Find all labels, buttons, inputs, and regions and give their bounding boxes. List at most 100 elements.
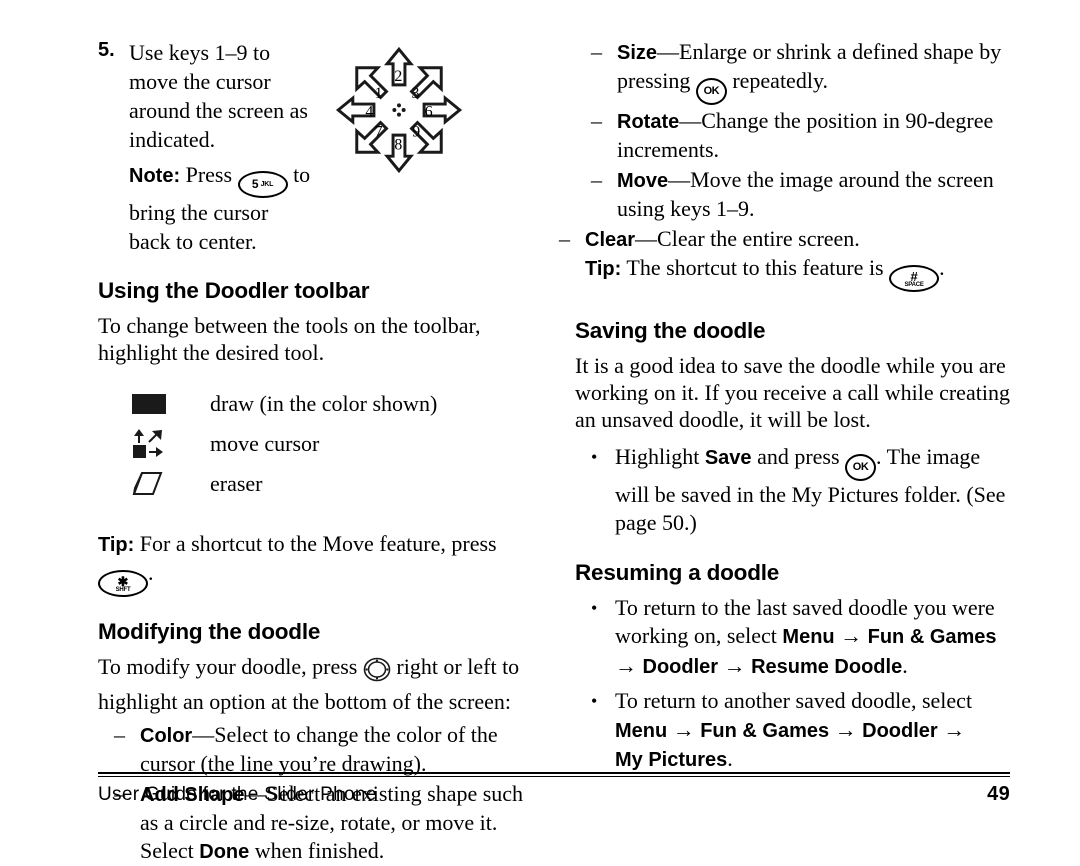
note-label: Note: [129,165,181,187]
menu-path-my-pictures: My Pictures [615,749,728,772]
tool-label-move-cursor: move cursor [210,430,320,456]
term-done: Done [199,841,250,863]
navigation-ring-icon [363,657,391,688]
arrow-icon: → [840,623,863,649]
term-move: Move [617,169,669,192]
heading-resuming-a-doodle: Resuming a doodle [575,559,780,585]
key-hash-space-icon: # SPACE [889,260,940,292]
resuming-bullet-text: To return to the last saved doodle you w… [615,594,1010,682]
tip-label: Tip: [585,257,622,280]
dash-marker: – [114,722,125,747]
tip-text: The shortcut to this feature is [626,254,884,280]
arrow-icon: → [723,652,746,678]
resuming-text-before: To return to another saved doodle, selec… [615,688,973,714]
menu-path-doodler: Doodler [862,719,938,742]
key-ok-label: OK [695,77,727,105]
left-column: 5. Use keys 1–9 to move the cursor aroun… [98,38,533,863]
desc-color: —Select to change the color of the curso… [140,722,498,776]
tool-label-eraser: eraser [210,470,263,496]
desc-size-after: repeatedly. [732,68,829,93]
tool-row-move-cursor: move cursor [132,424,533,464]
modify-option-text: Rotate—Change the position in 90-degree … [617,107,1010,164]
heading-using-doodler-toolbar: Using the Doodler toolbar [98,277,370,303]
term-size: Size [617,42,658,64]
modify-option-move: – Move—Move the image around the screen … [591,166,1010,223]
resuming-bullet-item-last-saved: • To return to the last saved doodle you… [591,594,1010,682]
modify-option-text: Size—Enlarge or shrink a defined shape b… [617,38,1010,105]
tip-move-feature: Tip: For a shortcut to the Move feature,… [98,530,533,597]
page-number: 49 [987,783,1010,805]
tip-period: . [148,559,154,585]
toolbar-tool-list: draw (in the color shown) move cursor er… [132,384,533,504]
clear-option-list: – Clear—Clear the entire screen. Tip: Th… [559,225,1010,292]
menu-path-fun-and-games: Fun & Games [867,626,997,649]
term-save: Save [704,447,752,469]
tip-period: . [939,254,945,280]
saving-bullet-item: • Highlight Save and press OK. The image… [591,443,1010,538]
diagram-label-8: 8 [394,137,402,154]
step-note: Note: Press 5 JKL to bring the cursor bac… [129,160,315,256]
modify-option-rotate: – Rotate—Change the position in 90-degre… [591,107,1010,164]
step-5: 5. Use keys 1–9 to move the cursor aroun… [98,38,315,256]
resuming-bullet-item-another-saved: • To return to another saved doodle, sel… [591,687,1010,775]
direction-keys-svg: 1 2 3 4 6 7 8 9 [335,46,463,174]
resuming-text-after: . [727,746,733,772]
resuming-text-after: . [902,652,908,678]
dash-marker: – [591,39,602,64]
footer-divider [98,772,1010,777]
desc-move: —Move the image around the screen using … [617,166,994,221]
modify-intro-text: To modify your doodle, press right or le [98,653,533,715]
diagram-label-1: 1 [375,85,383,102]
direction-keys-diagram: 1 2 3 4 6 7 8 9 [315,38,483,181]
saving-bullet-list: • Highlight Save and press OK. The image… [591,443,1010,538]
diagram-label-2: 2 [394,68,402,85]
right-column: – Size—Enlarge or shrink a defined shape… [559,38,1010,771]
note-pre: Press [185,162,233,187]
diagram-label-4: 4 [365,104,373,121]
clear-option-text: Clear—Clear the entire screen. Tip: The … [585,225,1010,292]
menu-path-doodler: Doodler [642,655,719,678]
step-5-row: 5. Use keys 1–9 to move the cursor aroun… [98,38,533,256]
term-color: Color [140,725,193,747]
desc-done: when finished. [254,838,385,863]
key-main-label: 5 [251,177,259,191]
saving-text-mid: and press [757,444,840,469]
saving-bullet-text: Highlight Save and press OK. The image w… [615,443,1010,538]
modify-intro-pre: To modify your doodle, press [98,654,358,679]
key-ok-icon: OK [845,449,877,481]
tool-row-eraser: eraser [132,464,533,504]
diagram-label-7: 7 [375,123,383,140]
resuming-bullet-list: • To return to the last saved doodle you… [591,594,1010,775]
step-text: Use keys 1–9 to move the cursor around t… [129,40,308,152]
tip-label: Tip: [98,533,135,556]
step-body: Use keys 1–9 to move the cursor around t… [129,38,315,256]
eraser-icon [132,470,210,498]
modify-option-clear: – Clear—Clear the entire screen. Tip: Th… [559,225,1010,292]
key-5-jkl-icon: 5 JKL [237,166,288,198]
heading-modifying-the-doodle: Modifying the doodle [98,619,321,644]
tip-text: For a shortcut to the Move feature, pres… [139,530,497,556]
resuming-bullet-text: To return to another saved doodle, selec… [615,687,1010,775]
document-page: 5. Use keys 1–9 to move the cursor aroun… [0,0,1080,863]
arrow-icon: → [943,716,966,742]
key-ok-label: OK [845,453,877,481]
page-footer: User Guide for the Slider Phone 49 [98,783,1010,806]
diagram-label-9: 9 [412,123,420,140]
modify-option-color: – Color—Select to change the color of th… [114,721,533,778]
term-clear: Clear [585,228,636,251]
dash-marker: – [559,225,570,251]
modify-option-text: Move—Move the image around the screen us… [617,166,1010,223]
diagram-label-6: 6 [425,104,433,121]
heading-saving-the-doodle: Saving the doodle [575,318,766,343]
cursor-center-icon [392,103,406,117]
arrow-icon: → [834,716,857,742]
tool-label-draw: draw (in the color shown) [210,390,438,416]
dash-marker: – [591,166,602,192]
two-column-layout: 5. Use keys 1–9 to move the cursor aroun… [98,38,1010,863]
key-ok-icon: OK [695,73,727,105]
key-sub-label: SPACE [904,281,924,288]
key-star-shft-icon: ✱ SHFT [98,565,148,597]
diagram-label-3: 3 [412,85,420,102]
move-cursor-icon [132,428,210,459]
term-rotate: Rotate [617,110,680,133]
